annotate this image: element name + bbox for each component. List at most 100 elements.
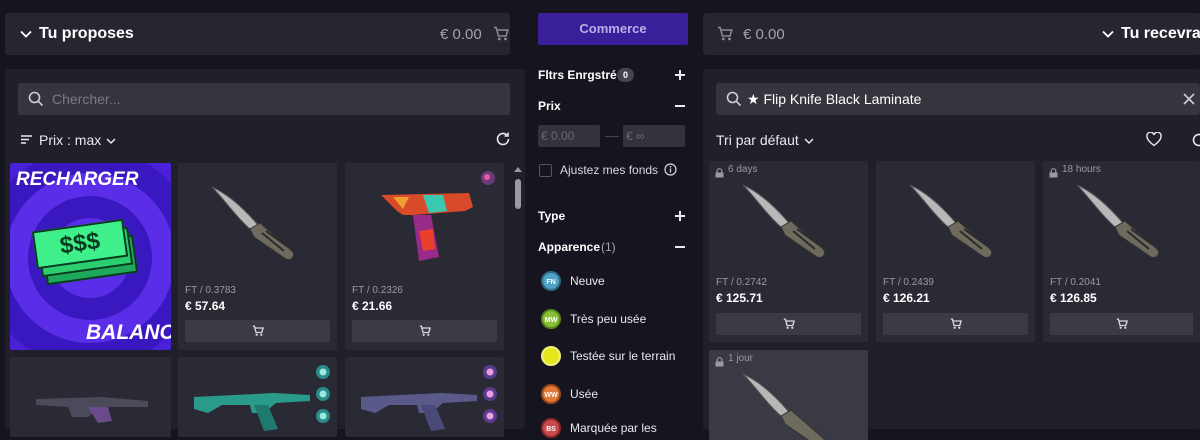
refresh-icon[interactable] [495, 131, 511, 152]
scrollbar-thumb[interactable] [515, 179, 521, 209]
market-sort-label: Tri par défaut [716, 132, 799, 148]
sticker-icon [483, 409, 497, 423]
item-price: € 126.21 [883, 291, 930, 305]
add-to-cart-button[interactable] [1050, 313, 1193, 335]
price-filter-label: Prix [538, 99, 561, 113]
cart-icon [252, 325, 264, 336]
inventory-item-card[interactable] [345, 357, 504, 437]
market-item-card[interactable]: 1 jour [709, 350, 868, 440]
chevron-down-icon [1101, 27, 1115, 46]
lock-icon [715, 165, 724, 183]
receive-total: € 0.00 [743, 26, 785, 43]
collapse-price-icon[interactable] [675, 100, 687, 112]
add-to-cart-button[interactable] [352, 320, 497, 342]
min-price-placeholder: € 0.00 [541, 129, 575, 143]
item-price: € 57.64 [185, 299, 226, 313]
sort-label: Prix : max [39, 132, 102, 148]
inventory-item-card[interactable]: FT / 0.3783 € 57.64 [178, 163, 337, 350]
offer-header[interactable]: Tu proposes € 0.00 [5, 13, 510, 55]
wear-label: Très peu usée [570, 312, 647, 326]
market-item-card[interactable]: 18 hours FT / 0.2041 € 126.85 [1043, 161, 1200, 342]
promo-top-text: RECHARGER [16, 169, 139, 190]
info-icon[interactable] [664, 163, 677, 181]
market-panel: ★ Flip Knife Black Laminate Tri par défa… [703, 69, 1200, 440]
max-price-input[interactable]: € ∞ [623, 125, 685, 147]
lock-icon [1049, 165, 1058, 183]
saved-filters-count-badge: 0 [617, 68, 634, 82]
wear-badge-fn: FN [541, 271, 561, 291]
ak47-image [194, 393, 310, 431]
cart-icon [419, 325, 431, 336]
money-stack-icon: $$$ [31, 218, 142, 286]
trade-lock-time: 6 days [728, 164, 758, 175]
sort-icon [20, 133, 33, 151]
appearance-count: (1) [601, 240, 616, 254]
promo-bottom-text: BALANCE [86, 321, 171, 344]
item-price: € 126.85 [1050, 291, 1097, 305]
cart-icon [783, 318, 795, 329]
inventory-item-card[interactable] [178, 357, 337, 437]
item-price: € 21.66 [352, 299, 393, 313]
sticker-icon [316, 365, 330, 379]
market-sort-dropdown[interactable]: Tri par défaut [716, 131, 836, 149]
ak47-image [361, 393, 477, 431]
refresh-icon[interactable] [1191, 132, 1200, 153]
receive-header[interactable]: € 0.00 Tu recevras [703, 13, 1200, 55]
market-item-card[interactable]: FT / 0.2439 € 126.21 [876, 161, 1035, 342]
wear-label: Testée sur le terrain [570, 349, 676, 363]
scroll-up-arrow[interactable] [514, 167, 522, 172]
item-wear: FT / 0.2326 [352, 285, 403, 296]
collapse-appearance-icon[interactable] [675, 241, 687, 253]
sort-dropdown[interactable]: Prix : max [20, 131, 130, 149]
flip-knife-image [909, 184, 993, 258]
expand-saved-filters-icon[interactable] [675, 69, 687, 81]
item-price: € 125.71 [716, 291, 763, 305]
saved-filters-label: Fltrs Enrgstré [538, 68, 617, 82]
inventory-panel: Chercher... Prix : max RECHARGER $$$ BAL… [5, 69, 525, 437]
favorite-heart-icon[interactable] [1146, 131, 1162, 152]
scrollbar-track[interactable] [514, 167, 522, 429]
add-to-cart-button[interactable] [185, 320, 330, 342]
cart-icon [493, 26, 509, 47]
price-range-divider [605, 136, 619, 137]
inventory-item-card[interactable]: FT / 0.2326 € 21.66 [345, 163, 504, 350]
clear-search-icon[interactable] [1182, 92, 1196, 111]
min-price-input[interactable]: € 0.00 [538, 125, 600, 147]
trade-lock-time: 18 hours [1062, 164, 1101, 175]
item-wear: FT / 0.2041 [1050, 277, 1101, 288]
item-wear: FT / 0.3783 [185, 285, 236, 296]
wear-label: Marquée par les [570, 421, 657, 435]
flip-knife-image [742, 373, 825, 440]
market-search-input[interactable]: ★ Flip Knife Black Laminate [747, 91, 921, 108]
flip-knife-image [211, 186, 295, 260]
sticker-icon [316, 387, 330, 401]
cart-icon [717, 26, 733, 47]
add-to-cart-button[interactable] [883, 313, 1028, 335]
search-input[interactable]: Chercher... [52, 91, 120, 107]
expand-type-icon[interactable] [675, 210, 687, 222]
sticker-icon [316, 409, 330, 423]
inventory-item-card[interactable] [10, 357, 171, 437]
adjust-funds-label: Ajustez mes fonds [560, 163, 659, 177]
adjust-funds-checkbox[interactable] [539, 164, 552, 177]
trade-lock-time: 1 jour [728, 353, 754, 364]
flip-knife-image [1076, 184, 1160, 258]
item-wear: FT / 0.2742 [716, 277, 767, 288]
search-field[interactable]: Chercher... [18, 83, 510, 115]
type-filter-label: Type [538, 209, 566, 223]
trade-button[interactable]: Commerce [538, 13, 688, 45]
cart-icon [950, 318, 962, 329]
offer-total: € 0.00 [440, 26, 482, 43]
recharge-balance-card[interactable]: RECHARGER $$$ BALANCE [10, 163, 171, 350]
cart-icon [1116, 318, 1128, 329]
chevron-down-icon [105, 134, 117, 152]
max-price-placeholder: € ∞ [626, 129, 645, 143]
wear-badge-ft: FT [541, 346, 561, 366]
market-search-field[interactable]: ★ Flip Knife Black Laminate [716, 83, 1200, 115]
market-item-card[interactable]: 6 days FT / 0.2742 € 125.71 [709, 161, 868, 342]
deagle-image [381, 193, 473, 261]
appearance-filter-label: Apparence [538, 240, 601, 254]
add-to-cart-button[interactable] [716, 313, 861, 335]
search-icon [726, 91, 742, 112]
wear-badge-ww: WW [541, 384, 561, 404]
